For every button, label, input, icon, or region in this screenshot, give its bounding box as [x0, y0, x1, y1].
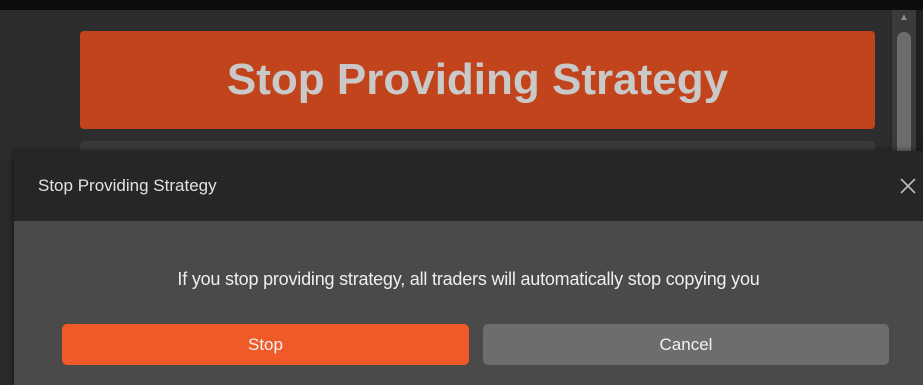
dialog-message: If you stop providing strategy, all trad… [177, 269, 760, 289]
confirm-dialog: Stop Providing Strategy If you stop prov… [14, 151, 923, 385]
top-strip [0, 0, 923, 10]
screen: Stop Providing Strategy ▲ Stop Providing… [0, 0, 923, 385]
stop-button[interactable]: Stop [62, 324, 469, 365]
dialog-title: Stop Providing Strategy [38, 176, 217, 195]
scrollbar[interactable]: ▲ [892, 10, 916, 160]
cancel-button[interactable]: Cancel [483, 324, 889, 365]
close-icon[interactable] [893, 171, 923, 201]
scroll-up-icon[interactable]: ▲ [892, 10, 916, 26]
stop-providing-strategy-button[interactable]: Stop Providing Strategy [80, 31, 875, 129]
scroll-thumb[interactable] [897, 32, 911, 157]
dialog-header: Stop Providing Strategy [14, 151, 923, 221]
